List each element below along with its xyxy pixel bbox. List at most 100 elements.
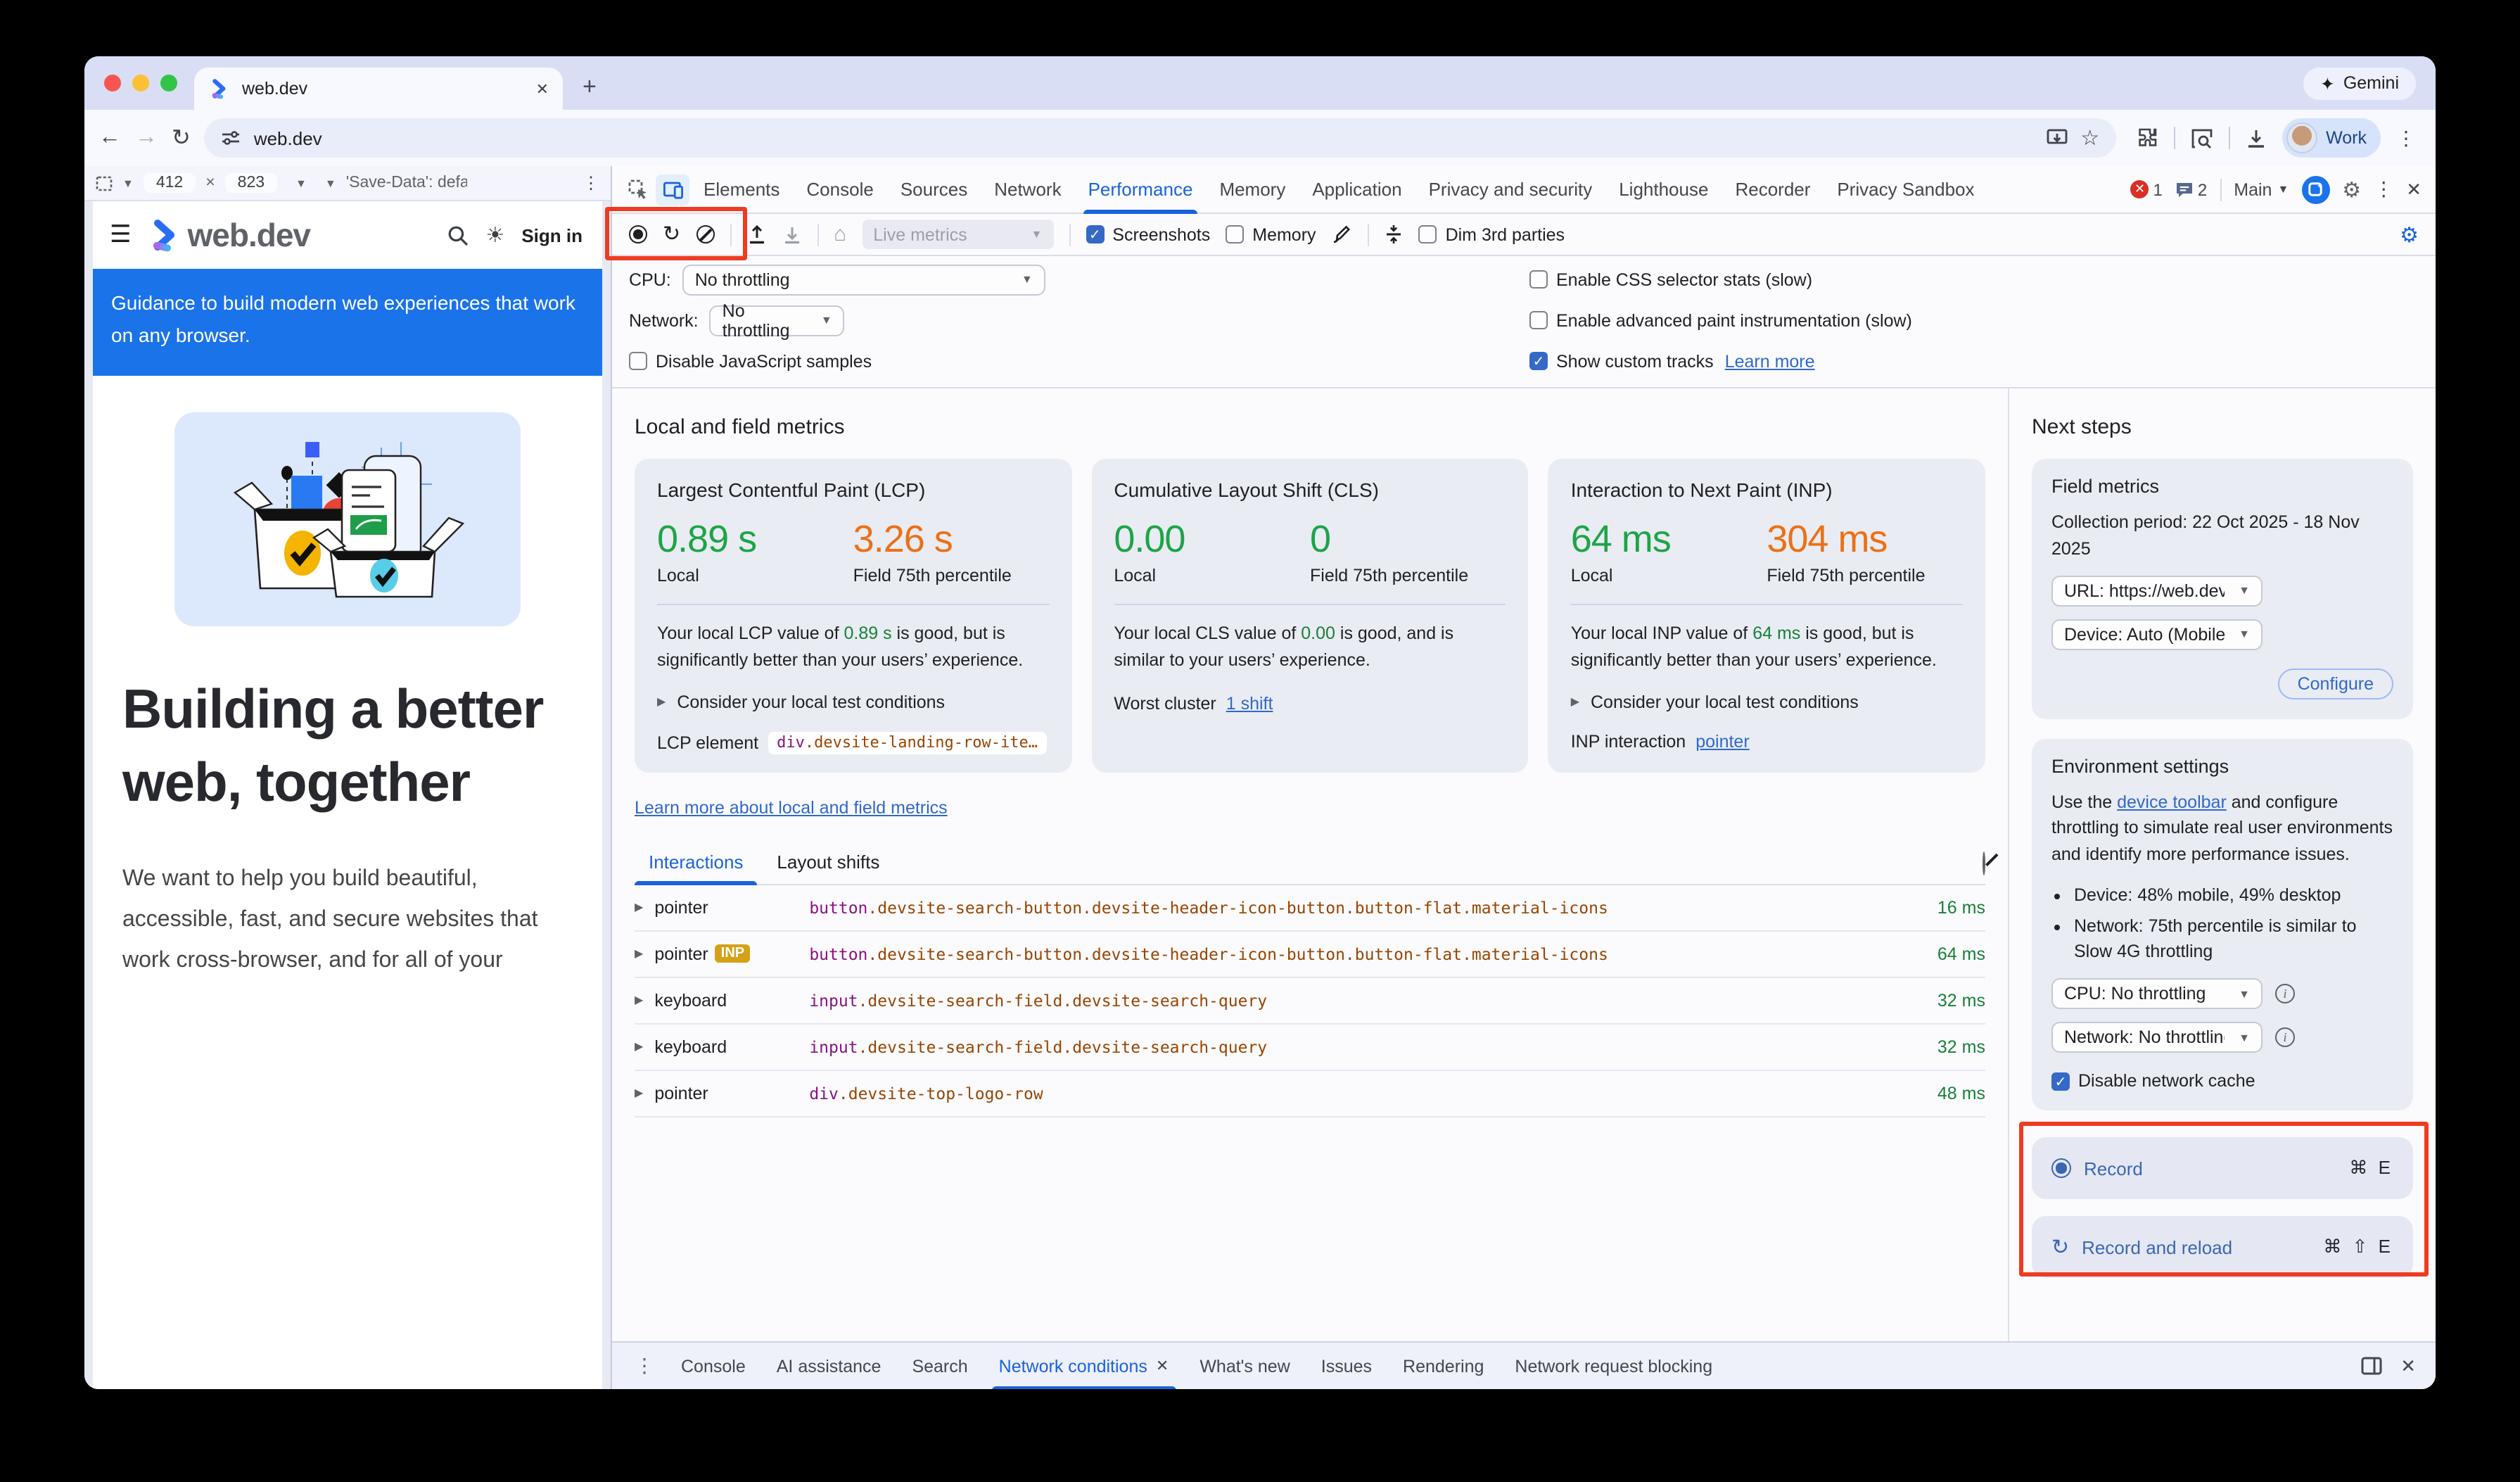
devtools-menu-icon[interactable]: ⋮ xyxy=(2374,177,2393,201)
worst-cluster-link[interactable]: 1 shift xyxy=(1226,693,1273,713)
learn-more-metrics-link[interactable]: Learn more about local and field metrics xyxy=(635,797,948,817)
interaction-selector[interactable]: button.devsite-search-button.devsite-hea… xyxy=(809,897,1926,917)
device-toolbar-menu-icon[interactable]: ⋮ xyxy=(583,173,599,193)
close-window-button[interactable] xyxy=(104,75,121,91)
drawer-close-icon[interactable]: ✕ xyxy=(2400,1355,2416,1377)
disable-js-samples-checkbox-box[interactable] xyxy=(629,352,647,370)
record-reload-icon[interactable]: ↻ xyxy=(663,224,680,245)
row-expander-icon[interactable]: ▶ xyxy=(635,1040,643,1053)
clear-icon[interactable] xyxy=(696,225,714,243)
home-icon[interactable]: ⌂ xyxy=(834,222,846,246)
new-tab-button[interactable]: + xyxy=(563,73,597,110)
install-icon[interactable] xyxy=(2045,127,2068,148)
back-icon[interactable]: ← xyxy=(98,125,121,151)
search-icon[interactable] xyxy=(447,224,469,246)
disable-js-samples-checkbox[interactable]: Disable JavaScript samples xyxy=(629,351,872,371)
tab-elements[interactable]: Elements xyxy=(691,165,792,213)
profile-button[interactable]: Work xyxy=(2282,118,2381,158)
zoom-window-button[interactable] xyxy=(160,75,177,91)
info-icon[interactable]: i xyxy=(2275,984,2295,1003)
tab-recorder[interactable]: Recorder xyxy=(1722,165,1823,213)
drawer-tab-rendering[interactable]: Rendering xyxy=(1387,1342,1499,1389)
drawer-tab-whats-new[interactable]: What's new xyxy=(1184,1342,1305,1389)
dock-side-icon[interactable] xyxy=(2361,1357,2382,1375)
inp-interaction-link[interactable]: pointer xyxy=(1695,731,1749,751)
dimensions-caret-icon[interactable]: ▼ xyxy=(122,177,134,189)
record-button[interactable]: Record ⌘ E xyxy=(2032,1137,2413,1199)
memory-checkbox[interactable]: Memory xyxy=(1226,224,1316,244)
custom-tracks-checkbox[interactable]: Show custom tracks xyxy=(1529,351,1714,371)
tab-network[interactable]: Network xyxy=(981,165,1074,213)
disable-network-cache-checkbox-box[interactable] xyxy=(2051,1072,2070,1090)
field-device-select[interactable]: Device: Auto (Mobile) ▼ xyxy=(2051,619,2263,650)
field-url-select[interactable]: URL: https://web.dev/ ▼ xyxy=(2051,575,2263,606)
upload-profile-icon[interactable] xyxy=(746,224,766,245)
device-toolbar-toggle-icon[interactable] xyxy=(656,174,689,205)
minimize-window-button[interactable] xyxy=(132,75,149,91)
tab-sources[interactable]: Sources xyxy=(888,165,980,213)
viewport-height-field[interactable]: 823 xyxy=(225,173,277,193)
interaction-selector[interactable]: div.devsite-top-logo-row xyxy=(809,1083,1926,1103)
screenshots-checkbox[interactable]: Screenshots xyxy=(1086,224,1210,244)
interaction-row[interactable]: ▶ pointer INP button.devsite-search-butt… xyxy=(635,931,1985,977)
row-expander-icon[interactable]: ▶ xyxy=(635,994,643,1006)
interaction-row[interactable]: ▶ keyboard input.devsite-search-field.de… xyxy=(635,1024,1985,1070)
viewport-width-field[interactable]: 412 xyxy=(144,173,196,193)
traffic-lights[interactable] xyxy=(84,75,194,110)
info-icon[interactable]: i xyxy=(2275,1027,2295,1047)
download-profile-icon[interactable] xyxy=(782,224,801,245)
css-selector-stats-checkbox-box[interactable] xyxy=(1529,270,1548,289)
bookmark-star-icon[interactable]: ☆ xyxy=(2080,125,2099,151)
custom-tracks-checkbox-box[interactable] xyxy=(1529,352,1548,370)
drawer-tab-issues[interactable]: Issues xyxy=(1306,1342,1387,1389)
address-bar[interactable]: web.dev ☆ xyxy=(205,118,2116,158)
drawer-tab-search[interactable]: Search xyxy=(896,1342,983,1389)
env-network-select[interactable]: Network: No throttling ▼ xyxy=(2051,1022,2263,1053)
memory-checkbox-box[interactable] xyxy=(1226,225,1244,243)
devtools-close-icon[interactable]: ✕ xyxy=(2406,178,2422,201)
advanced-paint-checkbox[interactable]: Enable advanced paint instrumentation (s… xyxy=(1529,310,1912,330)
tab-memory[interactable]: Memory xyxy=(1207,165,1298,213)
hamburger-icon[interactable]: ☰ xyxy=(110,221,132,249)
tab-console[interactable]: Console xyxy=(794,165,886,213)
custom-tracks-learn-more-link[interactable]: Learn more xyxy=(1725,351,1815,371)
reload-page-icon[interactable]: ↻ xyxy=(172,124,191,152)
tab-search-icon[interactable] xyxy=(2191,127,2213,148)
row-expander-icon[interactable]: ▶ xyxy=(635,947,643,960)
drawer-tab-network-request-blocking[interactable]: Network request blocking xyxy=(1499,1342,1728,1389)
zoom-select-icon[interactable]: ▼ xyxy=(295,177,307,189)
gc-brush-icon[interactable] xyxy=(1332,224,1353,245)
tab-application[interactable]: Application xyxy=(1299,165,1414,213)
tab-performance[interactable]: Performance xyxy=(1076,165,1206,213)
issues-badge[interactable]: 2 xyxy=(2175,179,2207,199)
throttle-select-icon[interactable]: ▼ xyxy=(325,177,336,189)
collapse-tracks-icon[interactable] xyxy=(1385,224,1404,245)
device-toolbar-link[interactable]: device toolbar xyxy=(2117,792,2227,811)
drawer-tab-ai-assistance[interactable]: AI assistance xyxy=(761,1342,897,1389)
lcp-element-link[interactable]: div.devsite-landing-row-ite… xyxy=(768,731,1046,754)
interaction-row[interactable]: ▶ pointer button.devsite-search-button.d… xyxy=(635,885,1985,931)
interaction-selector[interactable]: input.devsite-search-field.devsite-searc… xyxy=(809,990,1926,1010)
clear-interactions-icon[interactable] xyxy=(1983,852,1985,873)
drawer-menu-icon[interactable]: ⋮ xyxy=(623,1354,666,1378)
site-logo[interactable]: web.dev xyxy=(148,216,311,254)
lcp-expander[interactable]: ▶ Consider your local test conditions xyxy=(657,692,1049,711)
screenshots-checkbox-box[interactable] xyxy=(1086,225,1104,243)
inspect-icon[interactable] xyxy=(621,174,654,205)
tab-close-icon[interactable]: ✕ xyxy=(536,80,549,98)
capture-settings-icon[interactable]: ⚙ xyxy=(2400,222,2419,247)
theme-toggle-icon[interactable]: ☀ xyxy=(485,222,504,248)
drawer-tab-close-icon[interactable]: ✕ xyxy=(1156,1357,1169,1375)
record-and-reload-button[interactable]: ↻ Record and reload ⌘ ⇧ E xyxy=(2032,1216,2413,1278)
row-expander-icon[interactable]: ▶ xyxy=(635,901,643,913)
target-select[interactable]: Main ▼ xyxy=(2234,179,2289,199)
interaction-row[interactable]: ▶ pointer div.devsite-top-logo-row 48 ms xyxy=(635,1070,1985,1117)
tab-interactions[interactable]: Interactions xyxy=(635,851,757,883)
drawer-tab-console[interactable]: Console xyxy=(666,1342,761,1389)
advanced-paint-checkbox-box[interactable] xyxy=(1529,311,1548,329)
css-selector-stats-checkbox[interactable]: Enable CSS selector stats (slow) xyxy=(1529,270,1812,289)
tab-privacy-security[interactable]: Privacy and security xyxy=(1416,165,1605,213)
tab-privacy-sandbox[interactable]: Privacy Sandbox xyxy=(1824,165,1987,213)
gemini-button[interactable]: ✦ Gemini xyxy=(2303,67,2416,99)
interaction-row[interactable]: ▶ keyboard input.devsite-search-field.de… xyxy=(635,977,1985,1024)
